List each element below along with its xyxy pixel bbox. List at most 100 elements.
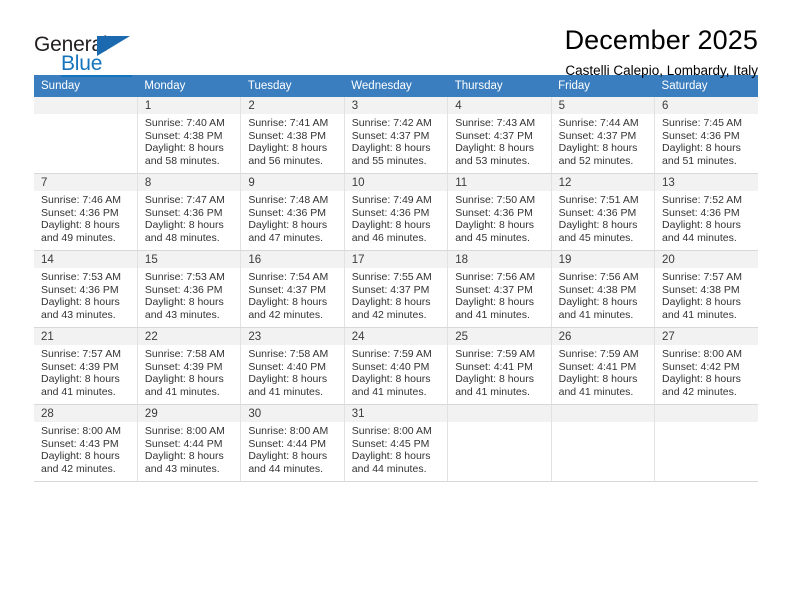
day-cell[interactable]: 12 Sunrise: 7:51 AM Sunset: 4:36 PM Dayligh… [551,173,656,251]
daylight-text: Daylight: 8 hours and 53 minutes. [455,142,534,167]
day-cell[interactable] [551,404,656,482]
daylight-text: Daylight: 8 hours and 43 minutes. [41,296,120,321]
sunset-text: Sunset: 4:44 PM [248,437,326,450]
title-block: December 2025 Castelli Calepio, Lombardy… [174,25,758,79]
daylight-text: Daylight: 8 hours and 41 minutes. [351,373,431,398]
day-number: 8 [137,174,241,191]
daylight-text: Daylight: 8 hours and 52 minutes. [558,142,638,167]
day-number: 5 [551,97,655,114]
day-cell[interactable]: 15 Sunrise: 7:53 AM Sunset: 4:36 PM Dayligh… [137,250,242,328]
day-cell[interactable] [34,97,138,174]
daylight-text: Daylight: 8 hours and 46 minutes. [351,219,431,244]
daylight-text: Daylight: 8 hours and 41 minutes. [558,296,638,321]
daylight-text: Daylight: 8 hours and 43 minutes. [144,450,224,475]
sunrise-text: Sunrise: 7:58 AM [144,348,225,360]
sunset-text: Sunset: 4:36 PM [662,129,740,142]
sunset-text: Sunset: 4:42 PM [662,360,740,373]
sunset-text: Sunset: 4:36 PM [662,206,740,219]
day-number: 9 [241,174,344,191]
sunrise-text: Sunrise: 7:53 AM [41,271,121,283]
daylight-text: Daylight: 8 hours and 45 minutes. [558,219,638,244]
day-cell[interactable]: 2 Sunrise: 7:41 AM Sunset: 4:38 PM Daylight… [240,97,345,174]
day-cell[interactable]: 26 Sunrise: 7:59 AM Sunset: 4:41 PM Dayligh… [551,327,656,405]
day-number: 4 [448,97,551,114]
day-number [551,405,655,422]
day-number: 27 [655,328,758,345]
day-cell[interactable]: 24 Sunrise: 7:59 AM Sunset: 4:40 PM Dayligh… [344,327,449,405]
day-cell[interactable]: 19 Sunrise: 7:56 AM Sunset: 4:38 PM Dayligh… [551,250,656,328]
day-cell[interactable]: 14 Sunrise: 7:53 AM Sunset: 4:36 PM Dayligh… [34,250,138,328]
day-number: 31 [344,405,448,422]
day-cell[interactable] [654,404,758,482]
day-number: 3 [344,97,448,114]
sunset-text: Sunset: 4:40 PM [248,360,326,373]
day-cell[interactable]: 6 Sunrise: 7:45 AM Sunset: 4:36 PM Daylight… [654,97,758,174]
day-cell[interactable]: 3 Sunrise: 7:42 AM Sunset: 4:37 PM Daylight… [344,97,449,174]
day-number [655,405,758,422]
day-cell[interactable]: 22 Sunrise: 7:58 AM Sunset: 4:39 PM Dayligh… [137,327,242,405]
day-cell[interactable]: 4 Sunrise: 7:43 AM Sunset: 4:37 PM Daylight… [447,97,552,174]
daylight-text: Daylight: 8 hours and 49 minutes. [41,219,120,244]
day-number: 13 [655,174,758,191]
sunset-text: Sunset: 4:39 PM [41,360,119,373]
daylight-text: Daylight: 8 hours and 41 minutes. [558,373,638,398]
day-cell[interactable]: 27 Sunrise: 8:00 AM Sunset: 4:42 PM Dayligh… [654,327,758,405]
day-number: 16 [241,251,344,268]
day-cell[interactable]: 31 Sunrise: 8:00 AM Sunset: 4:45 PM Dayligh… [344,404,449,482]
day-cell[interactable]: 9 Sunrise: 7:48 AM Sunset: 4:36 PM Daylight… [240,173,345,251]
sunset-text: Sunset: 4:38 PM [662,283,740,296]
day-number: 2 [241,97,344,114]
day-cell[interactable]: 23 Sunrise: 7:58 AM Sunset: 4:40 PM Dayligh… [240,327,345,405]
daylight-text: Daylight: 8 hours and 41 minutes. [144,373,224,398]
day-cell[interactable] [447,404,552,482]
sunset-text: Sunset: 4:38 PM [248,129,326,142]
day-number: 25 [448,328,551,345]
day-number: 6 [655,97,758,114]
day-cell[interactable]: 21 Sunrise: 7:57 AM Sunset: 4:39 PM Dayligh… [34,327,138,405]
sunset-text: Sunset: 4:36 PM [144,283,223,296]
sunset-text: Sunset: 4:41 PM [455,360,533,373]
sunrise-text: Sunrise: 7:56 AM [558,271,639,283]
sunset-text: Sunset: 4:37 PM [351,283,430,296]
calendar-week-row: 1 Sunrise: 7:40 AM Sunset: 4:38 PM Daylight… [34,97,758,174]
day-number: 7 [34,174,137,191]
day-cell[interactable]: 1 Sunrise: 7:40 AM Sunset: 4:38 PM Daylight… [137,97,242,174]
day-cell[interactable]: 25 Sunrise: 7:59 AM Sunset: 4:41 PM Dayligh… [447,327,552,405]
sunrise-text: Sunrise: 7:50 AM [455,194,536,206]
day-cell[interactable]: 7 Sunrise: 7:46 AM Sunset: 4:36 PM Daylight… [34,173,138,251]
day-cell[interactable]: 30 Sunrise: 8:00 AM Sunset: 4:44 PM Dayligh… [240,404,345,482]
sunrise-text: Sunrise: 7:47 AM [144,194,225,206]
page-header: General Blue December 2025 Castelli Cale… [34,0,758,78]
day-cell[interactable]: 8 Sunrise: 7:47 AM Sunset: 4:36 PM Daylight… [137,173,242,251]
sunset-text: Sunset: 4:40 PM [351,360,430,373]
daylight-text: Daylight: 8 hours and 47 minutes. [248,219,328,244]
day-cell[interactable]: 5 Sunrise: 7:44 AM Sunset: 4:37 PM Daylight… [551,97,656,174]
sunrise-text: Sunrise: 7:59 AM [351,348,432,360]
sunrise-text: Sunrise: 7:51 AM [558,194,639,206]
day-cell[interactable]: 17 Sunrise: 7:55 AM Sunset: 4:37 PM Dayligh… [344,250,449,328]
sunset-text: Sunset: 4:36 PM [248,206,326,219]
sunrise-text: Sunrise: 7:48 AM [248,194,329,206]
day-cell[interactable]: 11 Sunrise: 7:50 AM Sunset: 4:36 PM Dayligh… [447,173,552,251]
day-cell[interactable]: 16 Sunrise: 7:54 AM Sunset: 4:37 PM Dayligh… [240,250,345,328]
day-number [448,405,551,422]
daylight-text: Daylight: 8 hours and 58 minutes. [144,142,224,167]
sunrise-text: Sunrise: 7:43 AM [455,117,536,129]
calendar-page: General Blue December 2025 Castelli Cale… [0,0,792,612]
day-number: 24 [344,328,448,345]
day-cell[interactable]: 10 Sunrise: 7:49 AM Sunset: 4:36 PM Dayligh… [344,173,449,251]
calendar-week-row: 7 Sunrise: 7:46 AM Sunset: 4:36 PM Daylight… [34,173,758,251]
sunset-text: Sunset: 4:37 PM [455,283,533,296]
logo-text-blue: Blue [61,52,103,75]
sunset-text: Sunset: 4:36 PM [351,206,430,219]
day-number: 22 [137,328,241,345]
sunrise-text: Sunrise: 7:56 AM [455,271,536,283]
sunset-text: Sunset: 4:43 PM [41,437,119,450]
day-number: 26 [551,328,655,345]
calendar-body: 1 Sunrise: 7:40 AM Sunset: 4:38 PM Daylight… [34,97,758,482]
day-cell[interactable]: 18 Sunrise: 7:56 AM Sunset: 4:37 PM Dayligh… [447,250,552,328]
day-cell[interactable]: 13 Sunrise: 7:52 AM Sunset: 4:36 PM Dayligh… [654,173,758,251]
day-cell[interactable]: 29 Sunrise: 8:00 AM Sunset: 4:44 PM Dayligh… [137,404,242,482]
day-cell[interactable]: 20 Sunrise: 7:57 AM Sunset: 4:38 PM Dayligh… [654,250,758,328]
day-cell[interactable]: 28 Sunrise: 8:00 AM Sunset: 4:43 PM Dayligh… [34,404,138,482]
